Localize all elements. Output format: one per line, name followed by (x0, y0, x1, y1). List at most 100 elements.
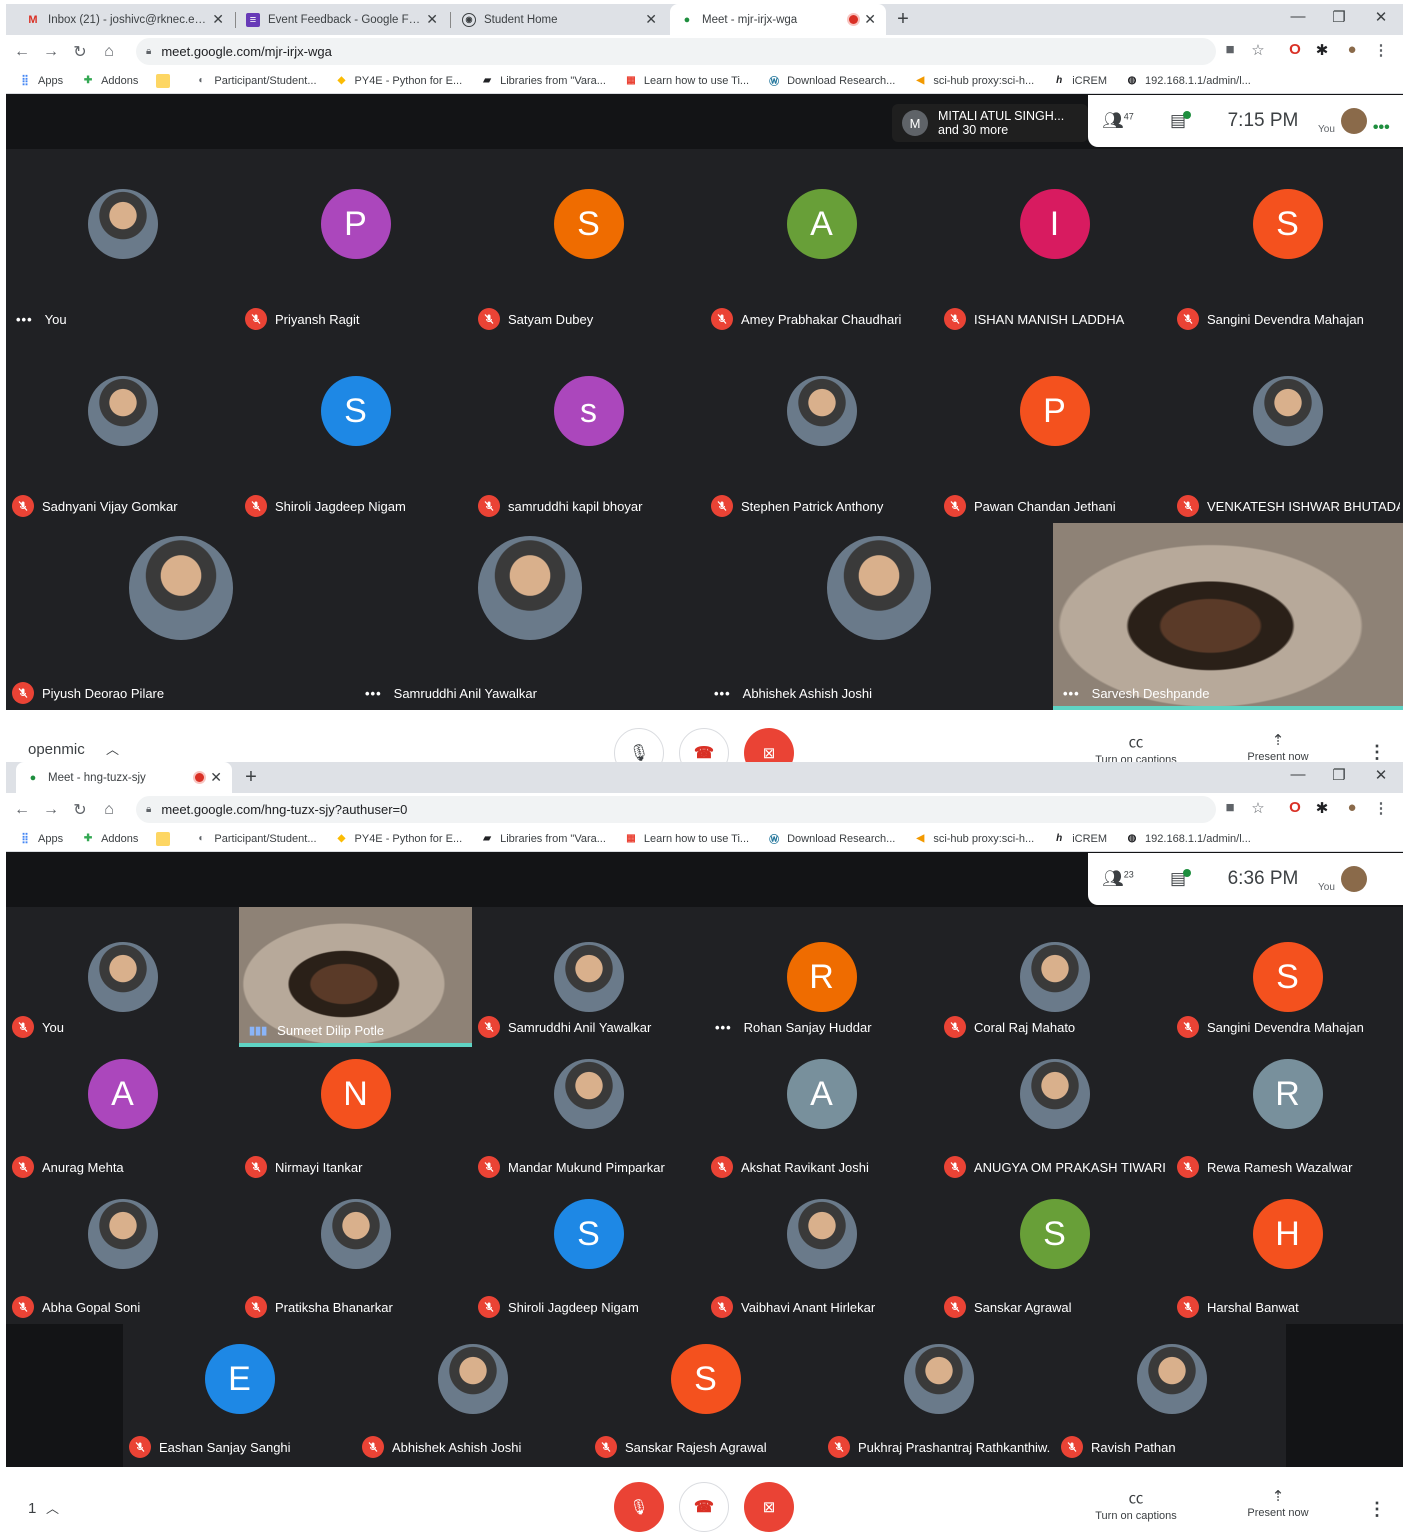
participant-tile[interactable]: You (6, 907, 239, 1044)
participant-tile[interactable]: H Harshal Banwat (1171, 1184, 1404, 1324)
camera-icon[interactable]: ■ (1219, 799, 1241, 816)
captions-button[interactable]: ㏄ Turn on captions (1081, 1487, 1191, 1522)
chevron-up-icon[interactable]: ︿ (46, 1498, 59, 1517)
participant-tile[interactable]: P Pawan Chandan Jethani (938, 336, 1171, 523)
bookmark-folder[interactable] (156, 73, 176, 88)
participant-tile[interactable]: Vaibhavi Anant Hirlekar (705, 1184, 938, 1324)
participant-tile[interactable]: P Priyansh Ragit (239, 149, 472, 336)
self-avatar[interactable] (1340, 108, 1367, 134)
url-field[interactable]: 🔒︎ meet.google.com/hng-tuzx-sjy?authuser… (136, 796, 1216, 823)
bookmark-apps[interactable]: ⣿ Apps (18, 832, 63, 846)
bookmark-folder[interactable] (156, 831, 176, 846)
mic-button[interactable]: 🎙︎ (614, 1482, 664, 1532)
back-icon[interactable]: ← (9, 43, 35, 61)
bookmark-participant[interactable]: ◐ Participant/Student... (194, 832, 316, 846)
participant-tile[interactable]: S Sangini Devendra Mahajan (1171, 907, 1404, 1044)
reload-icon[interactable]: ↻ (67, 800, 93, 820)
meeting-details-label[interactable]: openmic (28, 741, 85, 758)
participant-tile[interactable]: Stephen Patrick Anthony (705, 336, 938, 523)
menu-icon[interactable]: ⋮ (1370, 41, 1392, 59)
participant-tile[interactable]: ••• Abhishek Ashish Joshi (704, 523, 1053, 710)
bookmark-addons[interactable]: ✚ Addons (81, 74, 139, 88)
participant-tile[interactable]: ANUGYA OM PRAKASH TIWARI (938, 1044, 1171, 1184)
participant-tile[interactable]: R ••• Rohan Sanjay Huddar (705, 907, 938, 1044)
participant-tile[interactable]: S Shiroli Jagdeep Nigam (472, 1184, 705, 1324)
minimize-icon[interactable]: — (1283, 8, 1313, 25)
bookmark-scihub[interactable]: ◀ sci-hub proxy:sci-h... (913, 832, 1034, 846)
presenter-chip[interactable]: M MITALI ATUL SINGH... and 30 more (892, 104, 1088, 142)
tab-meet-active[interactable]: ● Meet - hng-tuzx-sjy ✕ (16, 762, 232, 793)
close-icon[interactable]: ✕ (210, 769, 222, 786)
bookmark-py4e[interactable]: ◆ PY4E - Python for E... (335, 74, 462, 88)
participant-tile[interactable]: Pukhraj Prashantraj Rathkanthiw... (822, 1324, 1055, 1464)
close-icon[interactable]: ✕ (426, 11, 438, 28)
maximize-icon[interactable]: ❐ (1324, 766, 1354, 784)
chat-button[interactable]: ▤ (1148, 869, 1208, 889)
forward-icon[interactable]: → (38, 801, 64, 819)
bookmark-addons[interactable]: ✚ Addons (81, 832, 139, 846)
participant-tile[interactable]: Abha Gopal Soni (6, 1184, 239, 1324)
participant-tile[interactable]: Sadnyani Vijay Gomkar (6, 336, 239, 523)
participant-tile[interactable]: Abhishek Ashish Joshi (356, 1324, 589, 1464)
participant-tile[interactable]: Samruddhi Anil Yawalkar (472, 907, 705, 1044)
captions-button[interactable]: ㏄ Turn on captions (1081, 731, 1191, 766)
participant-tile[interactable]: N Nirmayi Itankar (239, 1044, 472, 1184)
minimize-icon[interactable]: — (1283, 766, 1313, 783)
tab-event-feedback[interactable]: ≡ Event Feedback - Google Forms ✕ (236, 4, 448, 35)
bookmark-libraries[interactable]: ▰ Libraries from "Vara... (480, 832, 606, 846)
meeting-details-label[interactable]: 1 (28, 1500, 36, 1517)
close-window-icon[interactable]: ✕ (1366, 766, 1396, 784)
menu-icon[interactable]: ⋮ (1370, 799, 1392, 817)
participant-tile[interactable]: Ravish Pathan (1055, 1324, 1288, 1464)
forward-icon[interactable]: → (38, 43, 64, 61)
opera-icon[interactable]: O (1284, 799, 1306, 816)
participant-tile[interactable]: ▮▮▮ Sumeet Dilip Potle (239, 907, 472, 1047)
profile-icon[interactable]: ● (1341, 799, 1363, 816)
participant-tile[interactable]: A Akshat Ravikant Joshi (705, 1044, 938, 1184)
url-field[interactable]: 🔒︎ meet.google.com/mjr-irjx-wga (136, 38, 1216, 65)
bookmark-router[interactable]: ◍ 192.168.1.1/admin/l... (1125, 74, 1251, 88)
participant-tile[interactable]: A Amey Prabhakar Chaudhari (705, 149, 938, 336)
close-icon[interactable]: ✕ (864, 11, 876, 28)
more-options-icon[interactable]: ⋮ (1368, 1499, 1386, 1520)
camera-button[interactable]: ⊠ (744, 1482, 794, 1532)
extensions-icon[interactable]: ✱ (1311, 799, 1333, 817)
back-icon[interactable]: ← (9, 801, 35, 819)
present-button[interactable]: ⇡ Present now (1223, 731, 1333, 763)
participant-tile[interactable]: A Anurag Mehta (6, 1044, 239, 1184)
close-window-icon[interactable]: ✕ (1366, 8, 1396, 26)
bookmark-router[interactable]: ◍ 192.168.1.1/admin/l... (1125, 832, 1251, 846)
bookmark-learn[interactable]: ▦ Learn how to use Ti... (624, 832, 749, 846)
participant-tile[interactable]: S Sanskar Agrawal (938, 1184, 1171, 1324)
tab-meet-active[interactable]: ● Meet - mjr-irjx-wga ✕ (670, 4, 886, 35)
home-icon[interactable]: ⌂ (96, 801, 122, 819)
more-options-icon[interactable]: ⋮ (1368, 742, 1386, 763)
chat-button[interactable]: ▤ (1148, 111, 1208, 131)
present-button[interactable]: ⇡ Present now (1223, 1487, 1333, 1519)
bookmark-participant[interactable]: ◐ Participant/Student... (194, 74, 316, 88)
close-icon[interactable]: ✕ (645, 11, 657, 28)
participant-tile[interactable]: s samruddhi kapil bhoyar (472, 336, 705, 523)
participant-tile[interactable]: S Sanskar Rajesh Agrawal (589, 1324, 822, 1464)
participant-tile[interactable]: Pratiksha Bhanarkar (239, 1184, 472, 1324)
bookmark-icrem[interactable]: h iCREM (1052, 74, 1107, 88)
participant-tile[interactable]: S Satyam Dubey (472, 149, 705, 336)
bookmark-download[interactable]: Ⓦ Download Research... (767, 832, 895, 847)
new-tab-icon[interactable]: + (239, 766, 263, 789)
maximize-icon[interactable]: ❐ (1324, 8, 1354, 26)
tab-student-home[interactable]: ◉ Student Home ✕ (452, 4, 667, 35)
tab-inbox[interactable]: M Inbox (21) - joshivc@rknec.edu ✕ (16, 4, 234, 35)
camera-icon[interactable]: ■ (1219, 41, 1241, 58)
participant-tile[interactable]: Coral Raj Mahato (938, 907, 1171, 1044)
bookmark-icrem[interactable]: h iCREM (1052, 832, 1107, 846)
bookmark-scihub[interactable]: ◀ sci-hub proxy:sci-h... (913, 74, 1034, 88)
bookmark-learn[interactable]: ▦ Learn how to use Ti... (624, 74, 749, 88)
participant-tile[interactable]: E Eashan Sanjay Sanghi (123, 1324, 356, 1464)
participant-tile[interactable]: ••• Sarvesh Deshpande (1053, 523, 1403, 710)
home-icon[interactable]: ⌂ (96, 43, 122, 61)
participant-tile[interactable]: I ISHAN MANISH LADDHA (938, 149, 1171, 336)
bookmark-py4e[interactable]: ◆ PY4E - Python for E... (335, 832, 462, 846)
bookmark-download[interactable]: Ⓦ Download Research... (767, 74, 895, 89)
participant-tile[interactable]: R Rewa Ramesh Wazalwar (1171, 1044, 1404, 1184)
bookmark-apps[interactable]: ⣿ Apps (18, 74, 63, 88)
